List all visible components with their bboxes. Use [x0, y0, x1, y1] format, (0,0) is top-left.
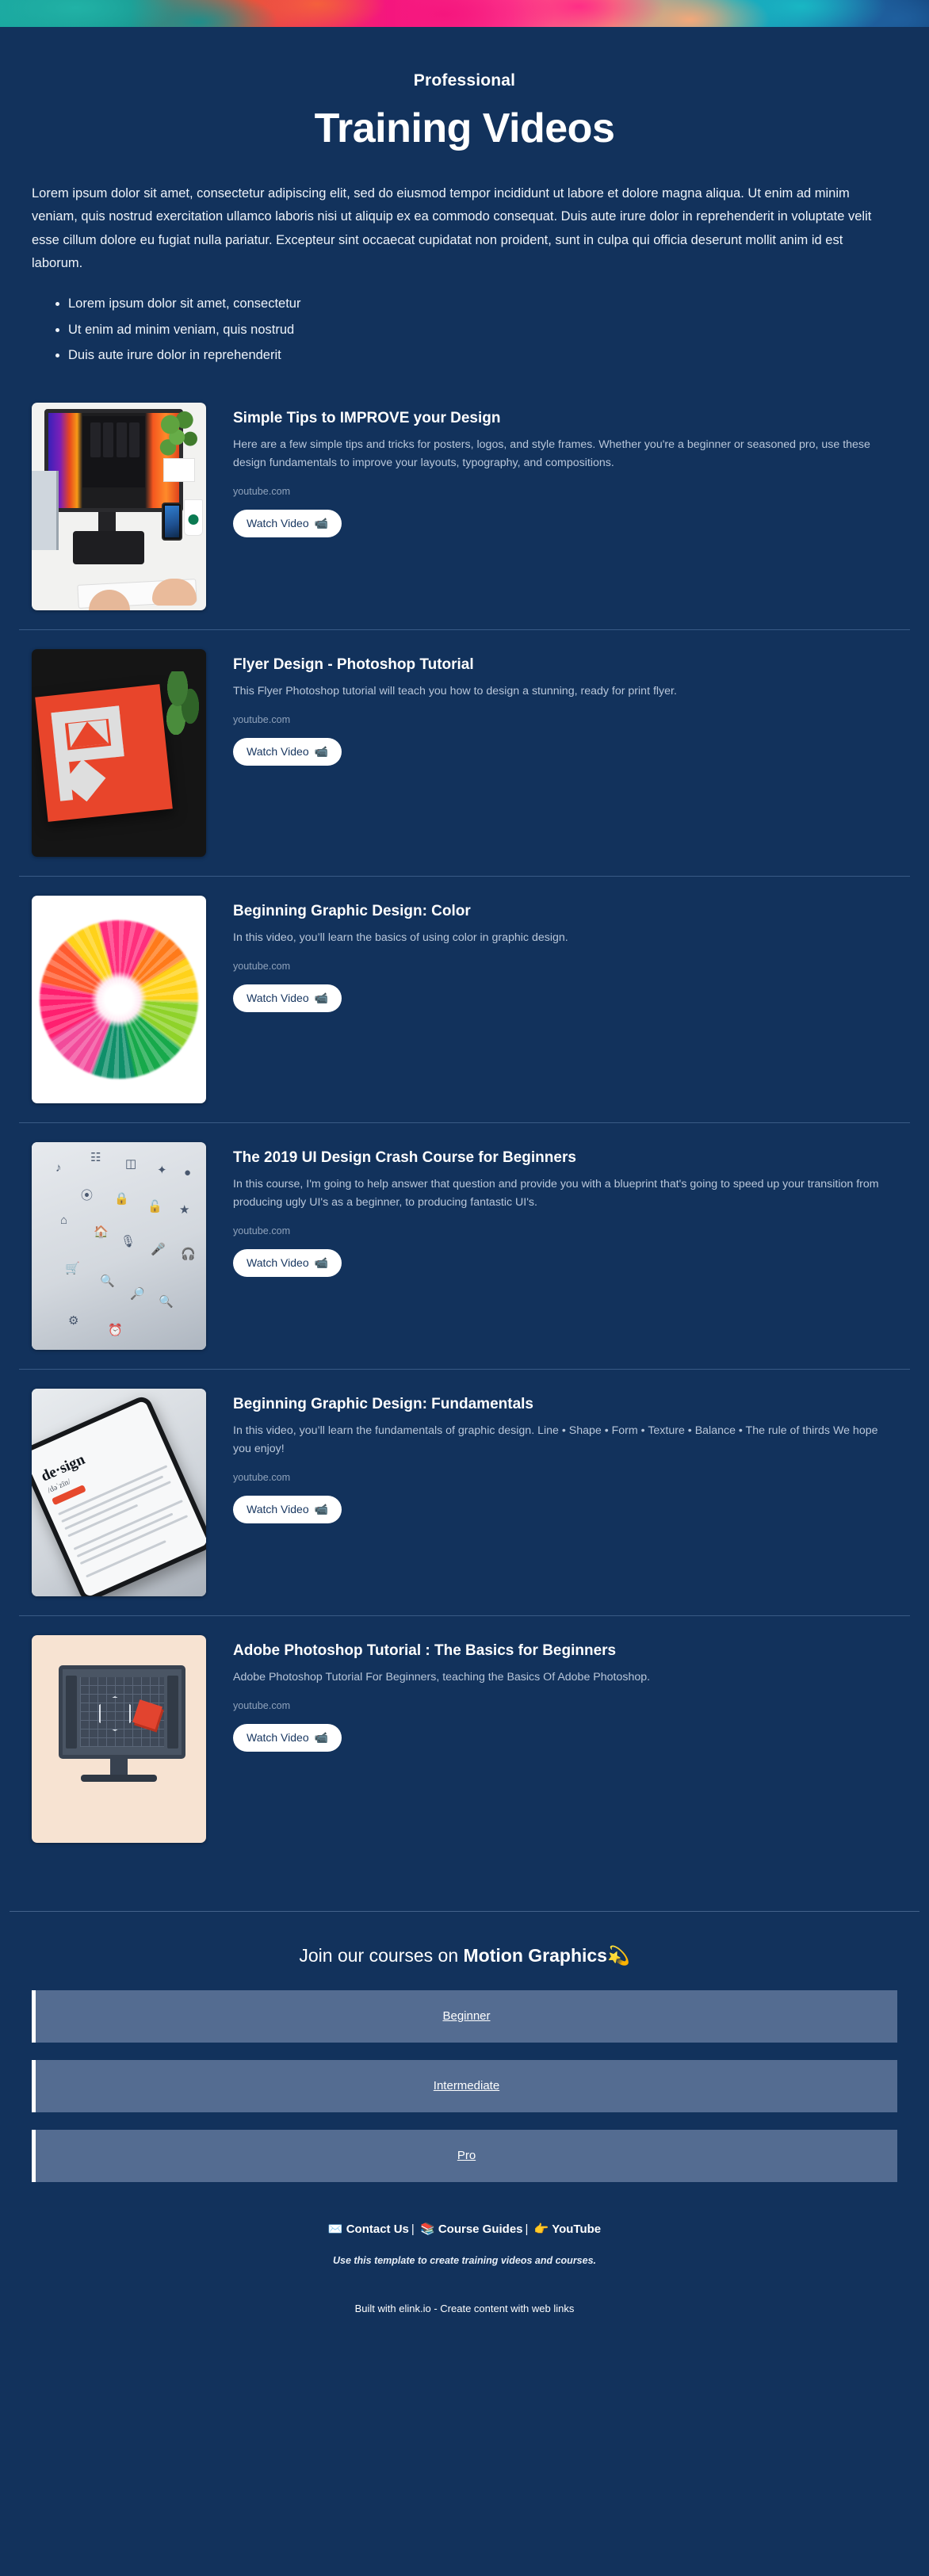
books-icon: 📚 — [419, 2222, 435, 2236]
video-camera-icon: 📹 — [314, 744, 329, 758]
video-camera-icon: 📹 — [314, 1502, 329, 1515]
footer-link-youtube[interactable]: YouTube — [552, 2222, 601, 2236]
video-thumbnail[interactable] — [32, 1634, 206, 1843]
envelope-icon: ✉️ — [327, 2222, 343, 2236]
course-level-label: Beginner — [442, 2008, 491, 2023]
video-source: youtube.com — [233, 1699, 291, 1711]
video-source: youtube.com — [233, 1471, 291, 1483]
cta-heading-plain: Join our courses on — [299, 1944, 464, 1966]
video-description: In this video, you’ll learn the fundamen… — [233, 1424, 878, 1455]
course-level-beginner[interactable]: Beginner — [32, 1989, 897, 2043]
intro-paragraph: Lorem ipsum dolor sit amet, consectetur … — [32, 186, 872, 271]
hero-photo-strip — [0, 0, 929, 27]
course-level-label: Intermediate — [433, 2078, 500, 2093]
list-item: Duis aute irure dolor in reprehenderit — [68, 342, 929, 368]
cta-heading: Join our courses on Motion Graphics💫 — [0, 1945, 929, 1966]
footer-separator: | — [411, 2222, 415, 2236]
video-card: de·sign /dəˈzīn/ Beginning Graphic Desig… — [0, 1388, 929, 1596]
video-source: youtube.com — [233, 1225, 291, 1236]
video-card: Simple Tips to IMPROVE your Design Here … — [0, 402, 929, 610]
video-title: Beginning Graphic Design: Color — [233, 902, 471, 919]
video-thumbnail[interactable] — [32, 648, 206, 857]
video-camera-icon: 📹 — [314, 516, 329, 529]
watch-video-label: Watch Video — [247, 1256, 309, 1270]
course-level-intermediate[interactable]: Intermediate — [32, 2059, 897, 2112]
video-description: Adobe Photoshop Tutorial For Beginners, … — [233, 1670, 651, 1684]
footer-link-contact-us[interactable]: Contact Us — [346, 2222, 409, 2236]
video-thumbnail[interactable]: de·sign /dəˈzīn/ — [32, 1388, 206, 1596]
video-description: In this video, you’ll learn the basics o… — [233, 931, 568, 944]
video-card-body: Flyer Design - Photoshop Tutorial This F… — [233, 649, 897, 766]
cta-heading-bold: Motion Graphics — [463, 1944, 607, 1966]
watch-video-label: Watch Video — [247, 745, 309, 759]
card-divider — [19, 629, 910, 630]
video-camera-icon: 📹 — [314, 1256, 329, 1269]
card-divider — [19, 1368, 910, 1370]
video-title: Adobe Photoshop Tutorial : The Basics fo… — [233, 1642, 617, 1659]
video-camera-icon: 📹 — [314, 1730, 329, 1744]
video-card: Beginning Graphic Design: Color In this … — [0, 895, 929, 1103]
footer-link-course-guides[interactable]: Course Guides — [438, 2222, 523, 2236]
video-title: The 2019 UI Design Crash Course for Begi… — [233, 1148, 576, 1166]
dizzy-icon: 💫 — [606, 1944, 630, 1966]
video-title: Simple Tips to IMPROVE your Design — [233, 409, 501, 426]
video-card-body: Simple Tips to IMPROVE your Design Here … — [233, 403, 897, 537]
video-thumbnail[interactable] — [32, 402, 206, 610]
card-divider — [19, 1615, 910, 1616]
cta-divider — [10, 1910, 919, 1912]
watch-video-button[interactable]: Watch Video 📹 — [233, 1495, 342, 1523]
watch-video-label: Watch Video — [247, 992, 309, 1005]
video-card-body: Adobe Photoshop Tutorial : The Basics fo… — [233, 1635, 897, 1752]
page-title: Training Videos — [314, 105, 615, 151]
intro-bullet-list: Lorem ipsum dolor sit amet, consectetur … — [68, 291, 929, 368]
video-camera-icon: 📹 — [314, 991, 329, 1004]
watch-video-label: Watch Video — [247, 1731, 309, 1745]
video-description: This Flyer Photoshop tutorial will teach… — [233, 684, 677, 698]
video-thumbnail[interactable] — [32, 895, 206, 1103]
watch-video-label: Watch Video — [247, 1503, 309, 1516]
video-card-body: The 2019 UI Design Crash Course for Begi… — [233, 1142, 897, 1277]
list-item: Ut enim ad minim veniam, quis nostrud — [68, 317, 929, 342]
video-card-body: Beginning Graphic Design: Fundamentals I… — [233, 1389, 897, 1523]
video-description: Here are a few simple tips and tricks fo… — [233, 438, 870, 469]
watch-video-label: Watch Video — [247, 517, 309, 530]
footer-links: ✉️ Contact Us | 📚 Course Guides | 👉 YouTub… — [0, 2222, 929, 2236]
watch-video-button[interactable]: Watch Video 📹 — [233, 1248, 342, 1277]
footer-built-with: Built with elink.io - Create content wit… — [354, 2302, 575, 2314]
video-source: youtube.com — [233, 713, 291, 725]
watch-video-button[interactable]: Watch Video 📹 — [233, 984, 342, 1012]
watch-video-button[interactable]: Watch Video 📹 — [233, 509, 342, 537]
watch-video-button[interactable]: Watch Video 📹 — [233, 737, 342, 766]
video-card-body: Beginning Graphic Design: Color In this … — [233, 896, 897, 1012]
watch-video-button[interactable]: Watch Video 📹 — [233, 1723, 342, 1752]
course-level-pro[interactable]: Pro — [32, 2129, 897, 2182]
video-card-list: Simple Tips to IMPROVE your Design Here … — [0, 402, 929, 1843]
footer-tagline: Use this template to create training vid… — [332, 2254, 597, 2266]
video-card: ♪ ☷ ◫ ✦ ● ⦿ 🔒 🔓 ★ ⌂ 🏠 🎙 🎤 🎧 🛒 🔍 🔎 🔍 ⚙ ⏰ … — [0, 1141, 929, 1350]
page-content: Professional Training Videos Lorem ipsum… — [0, 71, 929, 2346]
video-source: youtube.com — [233, 960, 291, 972]
list-item: Lorem ipsum dolor sit amet, consectetur — [68, 291, 929, 316]
page-kicker: Professional — [413, 71, 516, 90]
video-card: Adobe Photoshop Tutorial : The Basics fo… — [0, 1634, 929, 1843]
video-source: youtube.com — [233, 485, 291, 497]
course-level-label: Pro — [457, 2148, 476, 2162]
video-card: Flyer Design - Photoshop Tutorial This F… — [0, 648, 929, 857]
pointing-hand-icon: 👉 — [533, 2222, 549, 2236]
video-thumbnail[interactable]: ♪ ☷ ◫ ✦ ● ⦿ 🔒 🔓 ★ ⌂ 🏠 🎙 🎤 🎧 🛒 🔍 🔎 🔍 ⚙ ⏰ — [32, 1141, 206, 1350]
video-title: Beginning Graphic Design: Fundamentals — [233, 1395, 533, 1412]
card-divider — [19, 1122, 910, 1123]
video-title: Flyer Design - Photoshop Tutorial — [233, 655, 474, 673]
footer-separator: | — [525, 2222, 529, 2236]
footer: ✉️ Contact Us | 📚 Course Guides | 👉 YouTub… — [0, 2222, 929, 2346]
course-level-list: Beginner Intermediate Pro — [32, 1989, 897, 2182]
card-divider — [19, 875, 910, 877]
video-description: In this course, I'm going to help answer… — [233, 1177, 879, 1209]
